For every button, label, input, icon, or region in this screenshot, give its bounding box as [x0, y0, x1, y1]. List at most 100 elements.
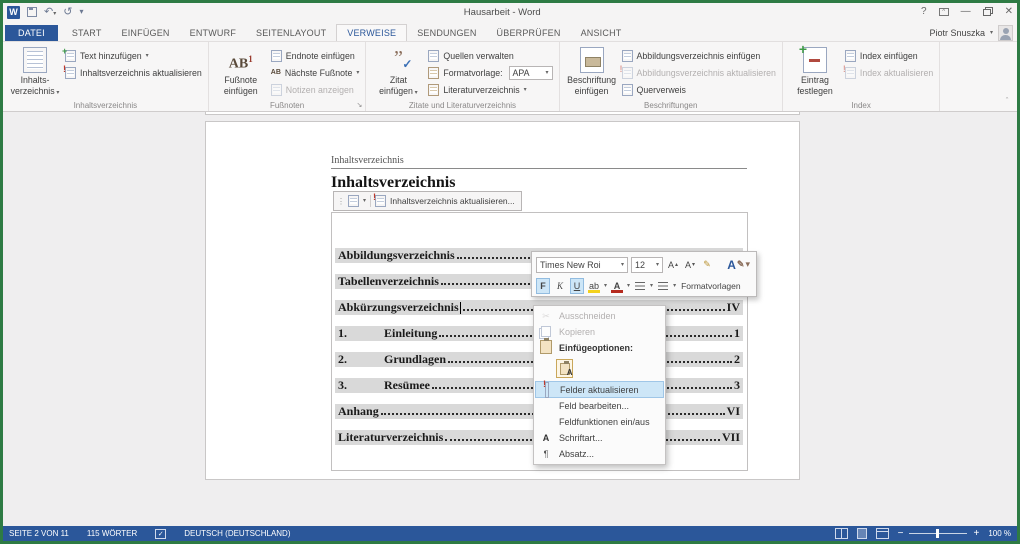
font-name-select[interactable]: Times New Roi▾: [536, 257, 628, 273]
button-label: Literaturverzeichnis: [443, 85, 519, 95]
numbered-list-chevron-icon[interactable]: ▾: [673, 283, 676, 289]
dialog-launcher-icon[interactable]: ↘: [357, 101, 363, 109]
menu-item-feldfunktionen-ein-aus[interactable]: Feldfunktionen ein/aus: [535, 414, 664, 430]
big-button-fu-noteeinf-gen[interactable]: AB1Fußnoteeinfügen: [215, 46, 267, 97]
ribbon-display-options-icon[interactable]: ^: [939, 8, 949, 16]
button-n-chste-fu-note[interactable]: ABNächste Fußnote▾: [271, 64, 360, 81]
numbered-list-button[interactable]: [656, 278, 670, 294]
menu-item-label: Feld bearbeiten...: [559, 401, 629, 411]
document-page[interactable]: Inhaltsverzeichnis Inhaltsverzeichnis ⋮ …: [205, 121, 800, 480]
highlight-color-chevron-icon[interactable]: ▾: [604, 283, 607, 289]
highlight-color-button[interactable]: ab: [587, 278, 601, 294]
menu-item-schriftart[interactable]: ASchriftart...: [535, 430, 664, 446]
tab-sendungen[interactable]: SENDUNGEN: [407, 25, 486, 41]
menu-item-kopieren[interactable]: Kopieren: [535, 324, 664, 340]
zoom-out-icon[interactable]: −: [898, 529, 904, 539]
tab-datei[interactable]: DATEI: [5, 25, 58, 41]
zoom-slider-thumb[interactable]: [936, 529, 939, 538]
bold-button[interactable]: F: [536, 278, 550, 294]
document-area[interactable]: Inhaltsverzeichnis Inhaltsverzeichnis ⋮ …: [3, 112, 1017, 526]
combo-formatvorlage[interactable]: APA▾: [509, 66, 553, 80]
group-label-index: Index: [783, 101, 939, 110]
button-index-aktualisieren: Index aktualisieren: [845, 64, 933, 81]
tab-entwurf[interactable]: ENTWURF: [180, 25, 246, 41]
toc-entry-label: Grundlagen: [384, 352, 446, 367]
tab-seitenlayout[interactable]: SEITENLAYOUT: [246, 25, 336, 41]
menu-item-absatz[interactable]: ¶Absatz...: [535, 446, 664, 462]
button-index-einf-gen[interactable]: Index einfügen: [845, 47, 933, 64]
print-layout-icon[interactable]: [857, 528, 867, 539]
button-abbildungsverzeichnis-einf-gen[interactable]: Abbildungsverzeichnis einfügen: [622, 47, 776, 64]
big-button-zitateinf-gen[interactable]: ”Zitateinfügen ▾: [372, 46, 424, 97]
cross-reference-icon: [622, 84, 633, 96]
paste-keep-text-only-icon[interactable]: [556, 359, 573, 378]
toc-entry-label: Abkürzungsverzeichnis: [338, 300, 459, 315]
drag-handle-icon[interactable]: ⋮: [337, 197, 344, 206]
zoom-in-icon[interactable]: +: [973, 529, 979, 539]
redo-icon[interactable]: ↺: [63, 7, 72, 18]
toc-menu-chevron-icon[interactable]: ▾: [363, 198, 366, 204]
button-label: Formatvorlage:: [443, 68, 502, 78]
button-literaturverzeichnis[interactable]: Literaturverzeichnis▾: [428, 81, 552, 98]
font-color-button[interactable]: A: [610, 278, 624, 294]
tab-einf-gen[interactable]: EINFÜGEN: [112, 25, 180, 41]
bullet-list-chevron-icon[interactable]: ▾: [650, 283, 653, 289]
grow-font-button[interactable]: A▴: [666, 257, 680, 273]
header-rule: [331, 168, 747, 169]
insert-citation-big-icon: ”: [386, 47, 410, 73]
zoom-slider[interactable]: [909, 533, 967, 534]
undo-icon[interactable]: ↶▾: [44, 7, 56, 18]
bullet-list-button[interactable]: [633, 278, 647, 294]
page-indicator[interactable]: SEITE 2 VON 11: [9, 529, 69, 538]
menu-item-feld-bearbeiten[interactable]: Feld bearbeiten...: [535, 398, 664, 414]
tab-verweise[interactable]: VERWEISE: [336, 24, 407, 41]
button-querverweis[interactable]: Querverweis: [622, 81, 776, 98]
font-color-chevron-icon[interactable]: ▾: [627, 283, 630, 289]
button-formatvorlage[interactable]: Formatvorlage: APA▾: [428, 64, 552, 81]
divider: [370, 195, 371, 207]
tab-berpr-fen[interactable]: ÜBERPRÜFEN: [487, 25, 571, 41]
save-icon[interactable]: [27, 7, 37, 17]
button-inhaltsverzeichnis-aktualisieren[interactable]: Inhaltsverzeichnis aktualisieren: [65, 64, 202, 81]
account-area[interactable]: Piotr Snuszka ▾: [929, 25, 1015, 41]
tab-start[interactable]: START: [62, 25, 112, 41]
collapse-ribbon-icon[interactable]: ＾: [1003, 97, 1011, 108]
minimize-icon[interactable]: —: [961, 7, 971, 17]
help-icon[interactable]: ?: [921, 7, 927, 17]
tab-ansicht[interactable]: ANSICHT: [571, 25, 632, 41]
underline-button[interactable]: U: [570, 278, 584, 294]
styles-gallery-icon[interactable]: A✎▾: [725, 257, 752, 273]
font-icon: A: [538, 433, 554, 443]
font-size-select[interactable]: 12▾: [631, 257, 663, 273]
menu-item-paste-keep-text[interactable]: [535, 356, 664, 381]
zoom-level[interactable]: 100 %: [988, 529, 1011, 538]
toc-menu-icon[interactable]: [348, 195, 359, 207]
big-button-eintragfestlegen[interactable]: Eintragfestlegen: [789, 46, 841, 97]
update-toc-label[interactable]: Inhaltsverzeichnis aktualisieren...: [390, 196, 515, 206]
format-painter-icon[interactable]: ✎: [700, 257, 714, 273]
big-button-beschriftungeinf-gen[interactable]: Beschriftungeinfügen: [566, 46, 618, 97]
styles-label[interactable]: Formatvorlagen: [681, 281, 741, 291]
language-indicator[interactable]: DEUTSCH (DEUTSCHLAND): [184, 529, 290, 538]
toc-entry-number: 2.: [338, 352, 384, 367]
update-toc-icon[interactable]: [375, 195, 386, 207]
update-index-icon: [845, 67, 856, 79]
menu-item-felder-aktualisieren[interactable]: Felder aktualisieren: [535, 381, 664, 398]
read-mode-icon[interactable]: [835, 528, 848, 539]
restore-icon[interactable]: [983, 9, 991, 16]
button-endnote-einf-gen[interactable]: Endnote einfügen: [271, 47, 360, 64]
page-header-text: Inhaltsverzeichnis: [331, 155, 404, 166]
proofing-status-icon[interactable]: ✓: [155, 529, 166, 539]
ribbon-group-inhaltsverzeichnis: Inhalts-verzeichnis ▾Text hinzufügen▾Inh…: [3, 42, 209, 111]
button-text-hinzuf-gen[interactable]: Text hinzufügen▾: [65, 47, 202, 64]
shrink-font-button[interactable]: A▾: [683, 257, 697, 273]
menu-item-ausschneiden[interactable]: ✂Ausschneiden: [535, 308, 664, 324]
button-quellen-verwalten[interactable]: Quellen verwalten: [428, 47, 552, 64]
avatar: [998, 25, 1013, 41]
italic-button[interactable]: K: [553, 278, 567, 294]
web-layout-icon[interactable]: [876, 528, 889, 539]
word-count[interactable]: 115 WÖRTER: [87, 529, 137, 538]
ribbon-tab-row: DATEI STARTEINFÜGENENTWURFSEITENLAYOUTVE…: [3, 21, 1017, 41]
big-button-inhalts-verzeichnis[interactable]: Inhalts-verzeichnis ▾: [9, 46, 61, 97]
close-icon[interactable]: ✕: [1005, 7, 1013, 17]
